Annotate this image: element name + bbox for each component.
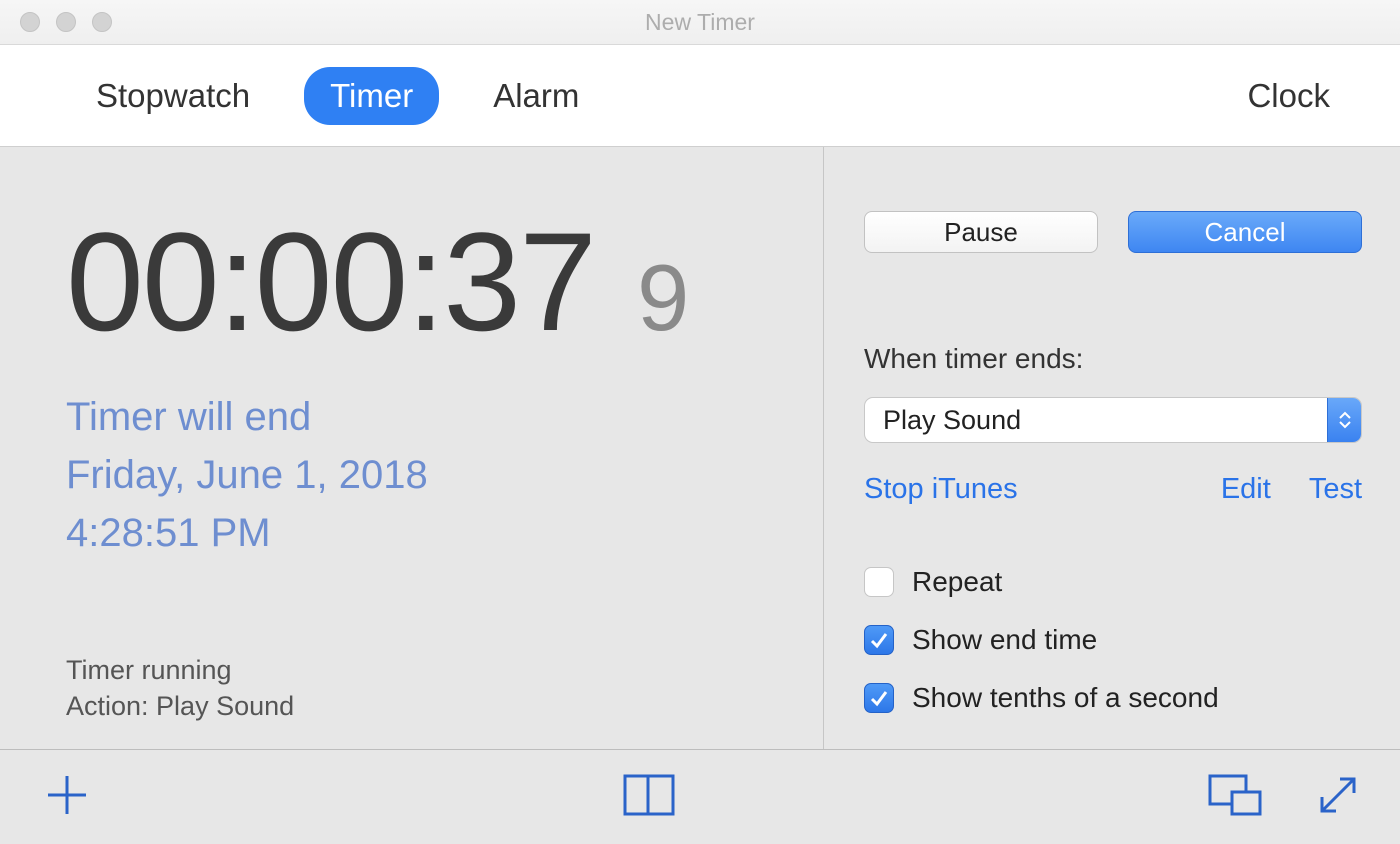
test-link[interactable]: Test bbox=[1309, 473, 1362, 506]
show-tenths-label: Show tenths of a second bbox=[912, 682, 1219, 714]
timer-controls-pane: Pause Cancel When timer ends: Play Sound… bbox=[824, 147, 1400, 749]
repeat-checkbox[interactable]: Repeat bbox=[864, 566, 1362, 598]
cancel-button[interactable]: Cancel bbox=[1128, 211, 1362, 253]
tab-clock[interactable]: Clock bbox=[1247, 77, 1330, 115]
timer-end-time: 4:28:51 PM bbox=[66, 504, 823, 562]
timer-tenths: 9 bbox=[637, 244, 689, 352]
repeat-label: Repeat bbox=[912, 566, 1002, 598]
toggle-sidebar-button[interactable] bbox=[623, 774, 675, 821]
timer-display-pane: 00:00:37 9 Timer will end Friday, June 1… bbox=[0, 147, 824, 749]
timer-action-line: Action: Play Sound bbox=[66, 688, 823, 724]
updown-chevron-icon bbox=[1327, 398, 1361, 442]
timer-end-label: Timer will end bbox=[66, 388, 823, 446]
window-title: New Timer bbox=[0, 9, 1400, 36]
control-buttons: Pause Cancel bbox=[864, 211, 1362, 253]
mode-tabs: Stopwatch Timer Alarm bbox=[70, 67, 605, 125]
picture-in-picture-button[interactable] bbox=[1208, 774, 1262, 821]
pause-button[interactable]: Pause bbox=[864, 211, 1098, 253]
show-tenths-checkbox[interactable]: Show tenths of a second bbox=[864, 682, 1362, 714]
action-links: Stop iTunes Edit Test bbox=[864, 473, 1362, 506]
add-button[interactable] bbox=[44, 805, 90, 822]
timer-status-line: Timer running bbox=[66, 652, 823, 688]
close-window-button[interactable] bbox=[20, 12, 40, 32]
options-checkboxes: Repeat Show end time Show tenths of a se… bbox=[864, 566, 1362, 714]
sidebar-icon bbox=[623, 774, 675, 816]
when-timer-ends-dropdown[interactable]: Play Sound bbox=[864, 397, 1362, 443]
minimize-window-button[interactable] bbox=[56, 12, 76, 32]
edit-link[interactable]: Edit bbox=[1221, 473, 1271, 506]
expand-icon bbox=[1314, 771, 1362, 819]
tab-timer[interactable]: Timer bbox=[304, 67, 439, 125]
pip-icon bbox=[1208, 774, 1262, 816]
footer-toolbar bbox=[0, 749, 1400, 844]
timer-readout: 00:00:37 9 bbox=[66, 212, 823, 352]
show-end-time-label: Show end time bbox=[912, 624, 1097, 656]
zoom-window-button[interactable] bbox=[92, 12, 112, 32]
fullscreen-button[interactable] bbox=[1314, 771, 1362, 824]
timer-value: 00:00:37 bbox=[66, 212, 595, 352]
checkbox-icon bbox=[864, 683, 894, 713]
tab-alarm[interactable]: Alarm bbox=[467, 67, 605, 125]
tab-stopwatch[interactable]: Stopwatch bbox=[70, 67, 276, 125]
timer-end-date: Friday, June 1, 2018 bbox=[66, 446, 823, 504]
stop-itunes-link[interactable]: Stop iTunes bbox=[864, 473, 1018, 506]
when-timer-ends-label: When timer ends: bbox=[864, 343, 1362, 375]
timer-end-info: Timer will end Friday, June 1, 2018 4:28… bbox=[66, 388, 823, 562]
main-content: 00:00:37 9 Timer will end Friday, June 1… bbox=[0, 147, 1400, 749]
dropdown-selected-value: Play Sound bbox=[883, 405, 1021, 436]
show-end-time-checkbox[interactable]: Show end time bbox=[864, 624, 1362, 656]
checkbox-icon bbox=[864, 625, 894, 655]
timer-status: Timer running Action: Play Sound bbox=[66, 652, 823, 725]
toolbar: Stopwatch Timer Alarm Clock bbox=[0, 45, 1400, 147]
titlebar: New Timer bbox=[0, 0, 1400, 45]
window-controls bbox=[20, 12, 112, 32]
checkbox-icon bbox=[864, 567, 894, 597]
plus-icon bbox=[44, 772, 90, 818]
